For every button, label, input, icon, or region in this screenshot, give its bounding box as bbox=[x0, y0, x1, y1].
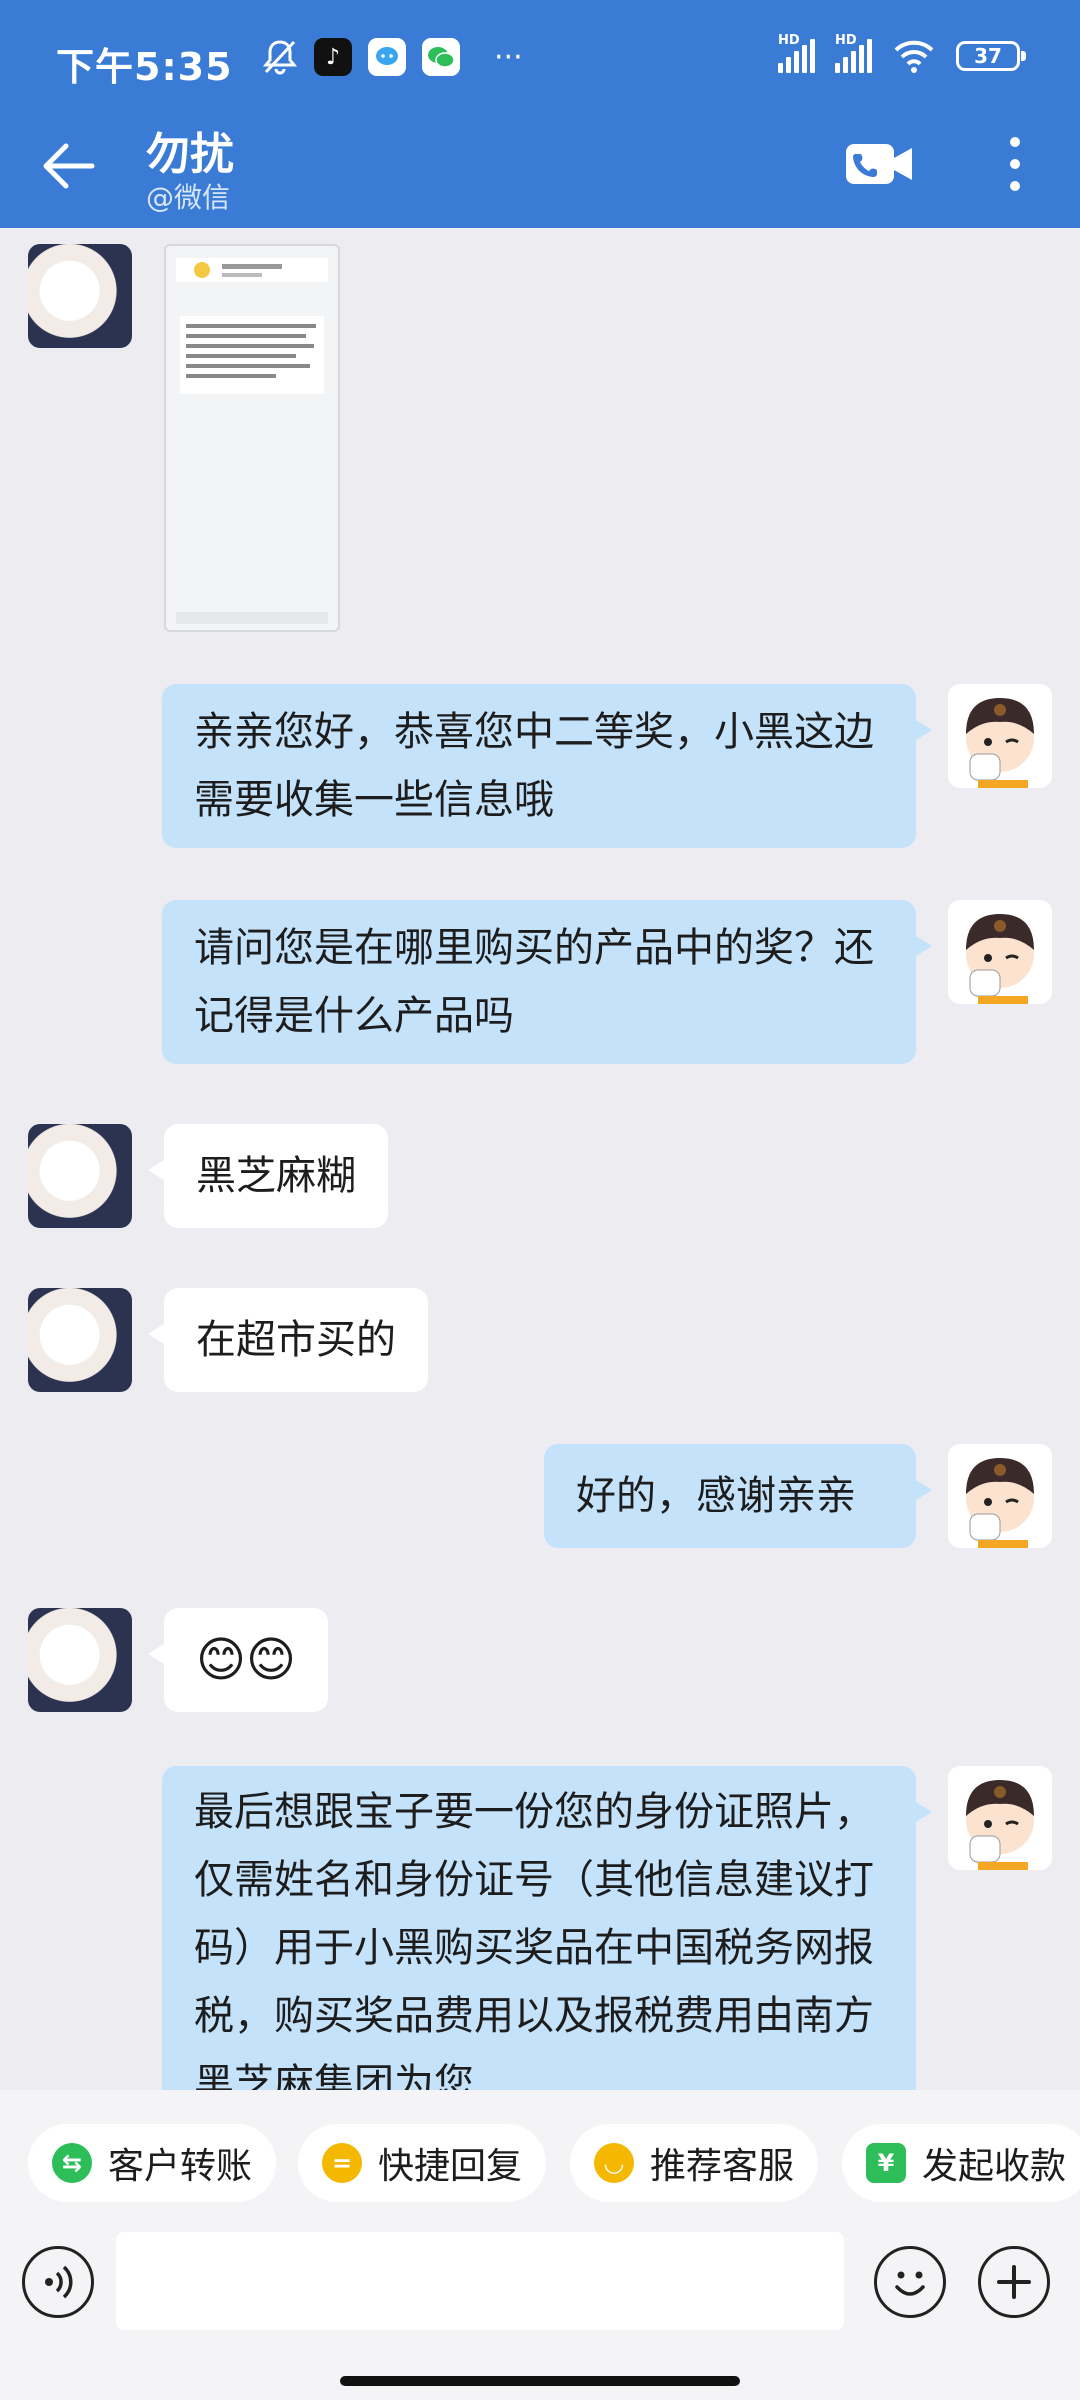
contact-avatar[interactable] bbox=[28, 1288, 132, 1392]
voice-icon bbox=[45, 2265, 73, 2299]
recommend-icon: ◡ bbox=[594, 2143, 634, 2183]
agent-avatar[interactable] bbox=[948, 1444, 1052, 1548]
wechat-icon bbox=[422, 38, 460, 76]
agent-avatar[interactable] bbox=[948, 1766, 1052, 1870]
contact-avatar[interactable] bbox=[28, 1608, 132, 1712]
transfer-icon: ⇆ bbox=[52, 2143, 92, 2183]
notification-icons: ♪ ··· bbox=[262, 38, 523, 76]
image-message[interactable] bbox=[164, 244, 340, 632]
smiley-icon bbox=[895, 2271, 925, 2296]
battery-icon: 37 bbox=[956, 41, 1026, 71]
more-functions-button[interactable] bbox=[978, 2246, 1050, 2318]
quick-actions-bar: ⇆ 客户转账 = 快捷回复 ◡ 推荐客服 ¥ 发起收款 bbox=[0, 2090, 1080, 2228]
signal-icon: HD bbox=[778, 33, 815, 73]
message-input-bar bbox=[0, 2228, 1080, 2400]
home-indicator[interactable] bbox=[340, 2376, 740, 2386]
message-bubble-sent[interactable]: 请问您是在哪里购买的产品中的奖？还记得是什么产品吗 bbox=[162, 900, 932, 1064]
more-options-icon[interactable] bbox=[1000, 132, 1030, 196]
payment-shield-icon: ¥ bbox=[866, 2143, 906, 2183]
wifi-icon bbox=[894, 40, 934, 73]
signal-icon: HD bbox=[835, 33, 872, 73]
message-bubble-received[interactable]: 黑芝麻糊 bbox=[148, 1124, 388, 1228]
message-bubble-sent[interactable]: 亲亲您好，恭喜您中二等奖，小黑这边需要收集一些信息哦 bbox=[162, 684, 932, 848]
message-input[interactable] bbox=[116, 2232, 844, 2330]
chat-title: 勿扰 bbox=[146, 129, 234, 180]
message-bubble-received[interactable]: 在超市买的 bbox=[148, 1288, 428, 1392]
status-time: 下午5:35 bbox=[56, 45, 233, 89]
recommend-service-button[interactable]: ◡ 推荐客服 bbox=[570, 2124, 819, 2202]
system-status: HD HD 37 bbox=[778, 33, 1026, 74]
contact-avatar[interactable] bbox=[28, 1124, 132, 1228]
customer-transfer-button[interactable]: ⇆ 客户转账 bbox=[28, 2124, 277, 2202]
quick-reply-icon: = bbox=[322, 2143, 362, 2183]
chat-header: 勿扰 @微信 bbox=[0, 120, 1080, 228]
mute-bell-icon bbox=[262, 40, 298, 75]
tiktok-icon: ♪ bbox=[314, 38, 352, 76]
back-arrow-icon[interactable] bbox=[36, 134, 100, 198]
agent-avatar[interactable] bbox=[948, 900, 1052, 1004]
chat-subtitle: @微信 bbox=[146, 181, 231, 214]
message-bubble-sent[interactable]: 好的，感谢亲亲 bbox=[544, 1444, 932, 1548]
request-payment-button[interactable]: ¥ 发起收款 bbox=[842, 2124, 1080, 2202]
emoji-message[interactable]: 😊😊 bbox=[147, 1608, 329, 1712]
video-call-icon[interactable] bbox=[844, 140, 914, 188]
emoji-button[interactable] bbox=[874, 2246, 946, 2318]
status-bar: 下午5:35 ♪ ··· HD HD 37 bbox=[0, 0, 1080, 120]
plus-icon bbox=[997, 2265, 1031, 2299]
screenshot-thumbnail-icon bbox=[176, 258, 328, 624]
chat-app-icon bbox=[368, 38, 406, 76]
message-bubble-sent[interactable]: 最后想跟宝子要一份您的身份证照片，仅需姓名和身份证号（其他信息建议打码）用于小黑… bbox=[162, 1766, 932, 2090]
contact-avatar[interactable] bbox=[28, 244, 132, 348]
agent-avatar[interactable] bbox=[948, 684, 1052, 788]
voice-input-button[interactable] bbox=[22, 2246, 94, 2318]
more-notifications-icon: ··· bbox=[494, 39, 523, 75]
quick-reply-button[interactable]: = 快捷回复 bbox=[298, 2124, 547, 2202]
message-list[interactable]: 亲亲您好，恭喜您中二等奖，小黑这边需要收集一些信息哦 请问您是在哪里购买的产品中… bbox=[0, 228, 1080, 2090]
